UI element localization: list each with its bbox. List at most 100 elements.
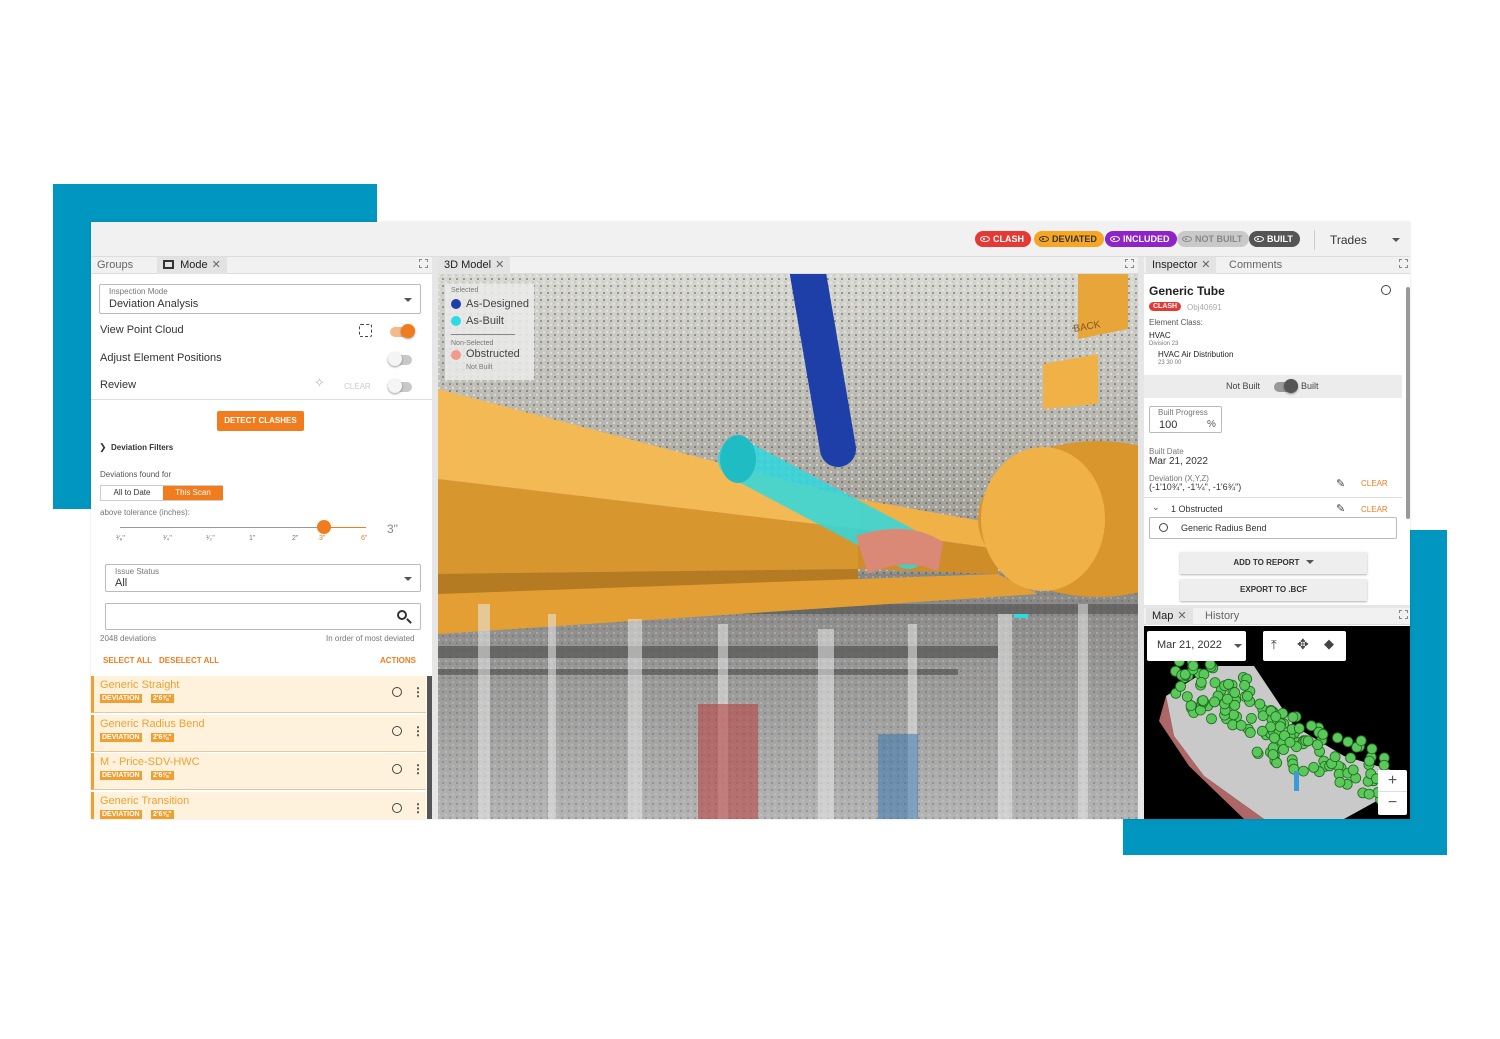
map-scan-point[interactable] (1242, 690, 1253, 702)
obstructed-item[interactable]: Generic Radius Bend (1149, 517, 1397, 539)
tab-groups[interactable]: Groups (91, 257, 139, 274)
map-scan-point[interactable] (1185, 700, 1197, 711)
map-scan-point[interactable] (1246, 713, 1257, 724)
map-scan-point[interactable] (1345, 752, 1357, 764)
map-scan-point[interactable] (1363, 788, 1375, 800)
deviation-list-item[interactable]: Generic Transition DEVIATION 2'6⅝" ⋮ (91, 791, 426, 819)
map-scan-point[interactable] (1378, 759, 1390, 771)
built-progress-input[interactable]: Built Progress 100 % (1149, 406, 1222, 433)
edit-pencil-icon[interactable]: ✎ (1336, 477, 1345, 490)
map-scan-point[interactable] (1274, 721, 1286, 732)
map-scan-point[interactable] (1181, 691, 1193, 702)
filter-badge-included[interactable]: INCLUDED (1105, 231, 1177, 247)
zoom-to-icon[interactable] (392, 802, 402, 813)
map-scan-point[interactable] (1317, 729, 1329, 740)
magic-wand-icon[interactable]: ✧ (314, 375, 325, 391)
map-scan-point[interactable] (1251, 746, 1263, 758)
map-scan-point[interactable] (1267, 749, 1279, 760)
map-scan-point[interactable] (1235, 720, 1247, 731)
more-vertical-icon[interactable]: ⋮ (412, 685, 424, 699)
zoom-to-icon[interactable] (1381, 285, 1391, 295)
chevron-down-icon[interactable]: ❯ (99, 442, 107, 453)
zoom-to-icon[interactable] (392, 687, 402, 697)
expand-icon[interactable] (1399, 610, 1408, 619)
map-scan-point[interactable] (1195, 677, 1207, 688)
map-scan-point[interactable] (1363, 755, 1375, 767)
map-scan-point[interactable] (1312, 739, 1323, 751)
trades-dropdown[interactable]: Trades (1323, 230, 1403, 250)
review-clear-button[interactable]: CLEAR (344, 382, 371, 391)
tab-mode[interactable]: Mode ✕ (157, 257, 227, 274)
tab-map[interactable]: Map ✕ (1146, 608, 1193, 625)
map-scan-point[interactable] (1308, 761, 1320, 773)
map-scan-point[interactable] (1334, 776, 1346, 788)
map-scan-point[interactable] (1179, 669, 1191, 680)
obstructed-count[interactable]: 1 Obstructed (1171, 504, 1223, 514)
splitter-right[interactable] (1138, 257, 1144, 819)
adjust-positions-toggle[interactable] (388, 352, 412, 366)
obstructed-clear-button[interactable]: CLEAR (1361, 505, 1388, 514)
map-scan-point[interactable] (1302, 735, 1314, 747)
deselect-all-link[interactable]: DESELECT ALL (159, 656, 219, 665)
map-scan-point[interactable] (1239, 680, 1250, 691)
deviation-clear-button[interactable]: CLEAR (1361, 479, 1388, 488)
map-scan-point[interactable] (1287, 711, 1299, 723)
map-date-select[interactable]: Mar 21, 2022 (1147, 631, 1246, 661)
zoom-to-icon[interactable] (392, 725, 402, 736)
close-icon[interactable]: ✕ (1201, 259, 1210, 271)
deviation-filters-header[interactable]: Deviation Filters (111, 443, 173, 452)
filter-badge-built[interactable]: BUILT (1249, 231, 1300, 247)
map-scan-point[interactable] (1297, 765, 1309, 777)
tab-history[interactable]: History (1199, 608, 1245, 625)
filter-badge-not-built[interactable]: NOT BUILT (1177, 231, 1250, 247)
tab-comments[interactable]: Comments (1223, 257, 1288, 274)
map-scan-point[interactable] (1197, 695, 1209, 706)
deviation-list-item[interactable]: Generic Straight DEVIATION 2'6⅝" ⋮ (91, 676, 426, 713)
issue-status-select[interactable]: Issue Status All (105, 564, 421, 592)
filter-badge-clash[interactable]: CLASH (975, 231, 1031, 247)
add-to-report-button[interactable]: ADD TO REPORT (1180, 552, 1367, 574)
inspection-mode-select[interactable]: Inspection Mode Deviation Analysis (99, 284, 421, 314)
built-toggle[interactable] (1274, 379, 1298, 393)
scrollbar[interactable] (1406, 287, 1410, 519)
expand-icon[interactable] (1399, 259, 1408, 268)
focus-icon[interactable] (359, 324, 372, 337)
select-all-link[interactable]: SELECT ALL (103, 656, 152, 665)
zoom-to-icon[interactable] (1159, 523, 1168, 532)
map-scan-point[interactable] (1206, 713, 1217, 725)
map-scan-point[interactable] (1209, 696, 1220, 708)
map-scan-point[interactable] (1270, 711, 1282, 722)
chevron-down-icon[interactable]: ⌄ (1152, 502, 1160, 513)
map-scan-point[interactable] (1209, 677, 1221, 688)
splitter-left[interactable] (432, 257, 438, 819)
detect-clashes-button[interactable]: DETECT CLASHES (217, 411, 304, 431)
map-scan-point[interactable] (1254, 698, 1266, 710)
tab-3d-model[interactable]: 3D Model ✕ (438, 257, 511, 274)
map-scan-point[interactable] (1257, 725, 1268, 737)
export-bcf-button[interactable]: EXPORT TO .BCF (1180, 579, 1367, 601)
zoom-in-button[interactable]: + (1378, 770, 1407, 792)
more-vertical-icon[interactable]: ⋮ (412, 762, 424, 776)
map-scan-point[interactable] (1284, 736, 1296, 748)
tolerance-slider[interactable]: ¹⁄₈" ¹⁄₄" ¹⁄₂" 1" 2" 3" 6" (116, 520, 367, 547)
deviation-search-input[interactable] (105, 603, 421, 630)
more-vertical-icon[interactable]: ⋮ (412, 801, 424, 815)
map-scan-point[interactable] (1223, 678, 1234, 690)
map-scan-point[interactable] (1222, 693, 1233, 705)
map-scan-point[interactable] (1342, 736, 1354, 748)
map-scan-point[interactable] (1355, 735, 1367, 747)
layers-icon[interactable]: ◆ (1324, 636, 1334, 652)
close-icon[interactable]: ✕ (212, 259, 221, 271)
review-toggle[interactable] (388, 379, 412, 393)
map-scan-point[interactable] (1268, 732, 1280, 744)
map-scan-point[interactable] (1347, 764, 1359, 776)
expand-icon[interactable] (1125, 259, 1134, 268)
3d-viewport[interactable]: BACK Selected As-Designed As-Built Non-S… (438, 274, 1138, 819)
deviation-list-item[interactable]: M - Price-SDV-HWC DEVIATION 2'6⅝" ⋮ (91, 753, 426, 790)
map-panel[interactable]: Mar 21, 2022 ⤒ ✥ ◆ + − (1144, 626, 1410, 819)
actions-link[interactable]: ACTIONS (380, 656, 416, 665)
scope-this-scan[interactable]: This Scan (163, 486, 223, 500)
tab-inspector[interactable]: Inspector ✕ (1146, 257, 1217, 274)
deviation-list-item[interactable]: Generic Radius Bend DEVIATION 2'6⅝" ⋮ (91, 714, 426, 752)
splitter-map[interactable] (1144, 605, 1410, 608)
